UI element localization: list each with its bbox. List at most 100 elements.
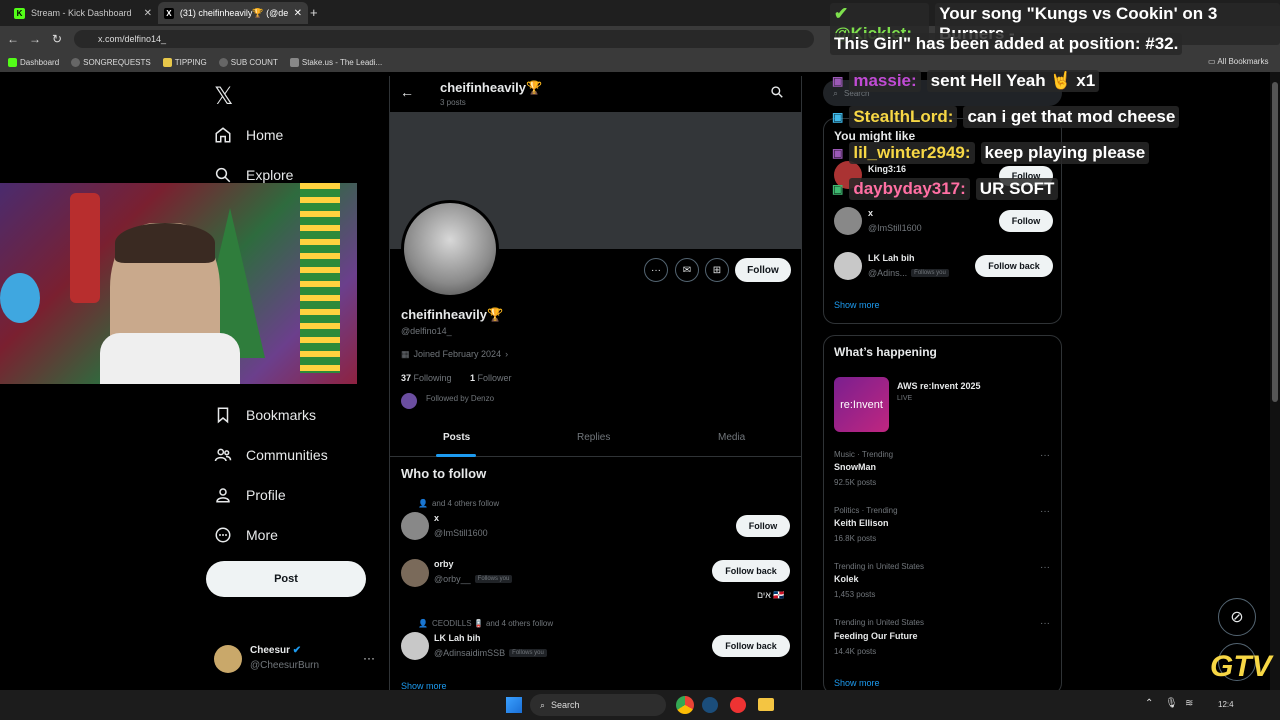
tab-posts[interactable]: Posts [443,432,470,443]
tray-chevron-icon[interactable]: ⌃ [1145,698,1153,709]
subscribe-icon[interactable]: ⊞ [705,258,729,282]
trend-more-icon[interactable]: ··· [1040,562,1050,573]
search-icon[interactable] [770,85,784,104]
follow-back-button[interactable]: Follow back [712,560,790,582]
avatar[interactable] [401,559,429,587]
trend-more-icon[interactable]: ··· [1040,450,1050,461]
post-button[interactable]: Post [206,561,366,597]
followed-by[interactable]: Followed by Denzo [426,394,494,403]
back-arrow-icon[interactable]: ← [400,84,414,100]
whats-happening-panel: What’s happening re:Invent AWS re:Invent… [823,335,1062,695]
nav-profile[interactable]: Profile [214,486,286,504]
folder-icon[interactable] [758,698,774,711]
suggestion-bio: אים 🇩🇴 [757,590,785,600]
bookmark-tipping[interactable]: TIPPING [162,57,207,67]
steam-icon[interactable] [702,697,718,713]
suggestion-handle: @ImStill1600 [434,528,488,538]
trend-name[interactable]: SnowMan [834,462,876,472]
bookmark-label: SUB COUNT [230,57,278,67]
kick-icon [8,57,17,67]
avatar[interactable] [834,207,862,235]
event-title[interactable]: AWS re:Invent 2025 [897,381,981,391]
message-icon[interactable]: ✉ [675,258,699,282]
reload-icon[interactable]: ↻ [46,32,68,46]
profile-avatar[interactable] [401,200,499,298]
more-options-icon[interactable]: ··· [644,258,668,282]
account-name-text: Cheesur [250,645,291,656]
url-text: x.com/delfino14_ [98,34,167,44]
account-menu-icon[interactable]: ··· [363,651,375,665]
windows-start-icon[interactable] [506,697,522,713]
tab-media[interactable]: Media [718,432,745,443]
avatar[interactable] [214,645,242,673]
clock[interactable]: 12:4 [1218,700,1234,709]
event-thumbnail[interactable]: re:Invent [834,377,889,432]
close-icon[interactable]: ✕ [144,8,152,19]
back-arrow-icon[interactable]: ← [2,32,24,46]
follow-button[interactable]: Follow [735,258,791,282]
chat-message: ▣ massie: sent Hell Yeah 🤘 x1 [832,70,1100,92]
follow-button[interactable]: Follow [999,210,1053,232]
nav-more[interactable]: More [214,526,278,544]
chrome-icon[interactable] [676,696,694,714]
badge-icon: ▣ [832,182,844,196]
following-link[interactable]: 37 Following [401,373,452,383]
url-field[interactable]: x.com/delfino14_ [74,30,814,48]
tab-x-profile[interactable]: X (31) cheifinheavily🏆 (@delfin ✕ [158,2,308,24]
avatar[interactable] [834,252,862,280]
suggestion-name[interactable]: LK Lah bih [868,253,915,263]
nav-home[interactable]: Home [214,126,283,144]
wifi-icon[interactable]: ≋ [1185,698,1193,709]
grok-icon[interactable]: ⊘ [1218,598,1256,636]
tab-replies[interactable]: Replies [577,432,610,443]
suggestion-name[interactable]: orby [434,559,454,569]
trend-name[interactable]: Keith Ellison [834,518,889,528]
all-bookmarks[interactable]: ▭ All Bookmarks [1208,57,1268,66]
person-icon: 👤 [418,619,428,628]
nav-communities[interactable]: Communities [214,446,328,464]
badge-icon: ▣ [832,146,844,160]
suggestion-name[interactable]: x [434,513,439,523]
bookmark-sub-count[interactable]: SUB COUNT [218,57,278,67]
mic-icon[interactable]: 🎙 [1165,698,1178,709]
taskbar-search[interactable]: ⌕ Search [530,694,666,716]
trend-context: Music · Trending [834,450,894,459]
bookmark-stake[interactable]: Stake.us - The Leadi... [289,57,382,67]
trend-name[interactable]: Feeding Our Future [834,631,918,641]
tab-kick-dashboard[interactable]: K Stream - Kick Dashboard ✕ [8,2,158,24]
show-more-link[interactable]: Show more [834,300,880,310]
profile-name: cheifinheavily🏆 [401,307,504,322]
trend-more-icon[interactable]: ··· [1040,506,1050,517]
taskbar-search-label: Search [551,700,580,710]
avatar[interactable] [401,512,429,540]
new-tab-button[interactable]: + [310,5,318,20]
scrollbar[interactable] [1270,72,1280,690]
chat-username: massie: [849,70,921,92]
close-icon[interactable]: ✕ [294,8,302,19]
follow-button[interactable]: Follow [736,515,790,537]
trend-name[interactable]: Kolek [834,574,859,584]
suggestion-name[interactable]: LK Lah bih [434,633,481,643]
forward-arrow-icon[interactable]: → [24,32,46,46]
show-more-link[interactable]: Show more [834,678,880,688]
you-might-like-title: You might like [834,129,916,143]
scrollbar-thumb[interactable] [1272,82,1278,402]
nav-bookmarks[interactable]: Bookmarks [214,406,316,424]
chat-username: StealthLord: [849,106,958,128]
suggestion-name[interactable]: x [868,208,873,218]
x-logo-icon[interactable]: 𝕏 [214,82,233,111]
nav-explore[interactable]: Explore [214,166,293,184]
follow-back-button[interactable]: Follow back [975,255,1053,277]
bookmark-label: Dashboard [20,57,60,67]
windows-taskbar: ⌕ Search ⌃ 🎙 ≋ 12:4 [0,690,1280,720]
suggestion-name[interactable]: King3:16 [868,164,906,174]
avatar[interactable] [401,632,429,660]
follow-back-button[interactable]: Follow back [712,635,790,657]
bookmark-songrequests[interactable]: SONGREQUESTS [71,57,151,67]
obs-icon[interactable] [730,697,746,713]
bookmark-dashboard[interactable]: Dashboard [8,57,60,67]
trend-more-icon[interactable]: ··· [1040,618,1050,629]
followers-link[interactable]: 1 Follower [470,373,512,383]
nutcracker-decoration [70,193,100,303]
chat-text: This Girl" has been added at position: #… [830,33,1183,55]
